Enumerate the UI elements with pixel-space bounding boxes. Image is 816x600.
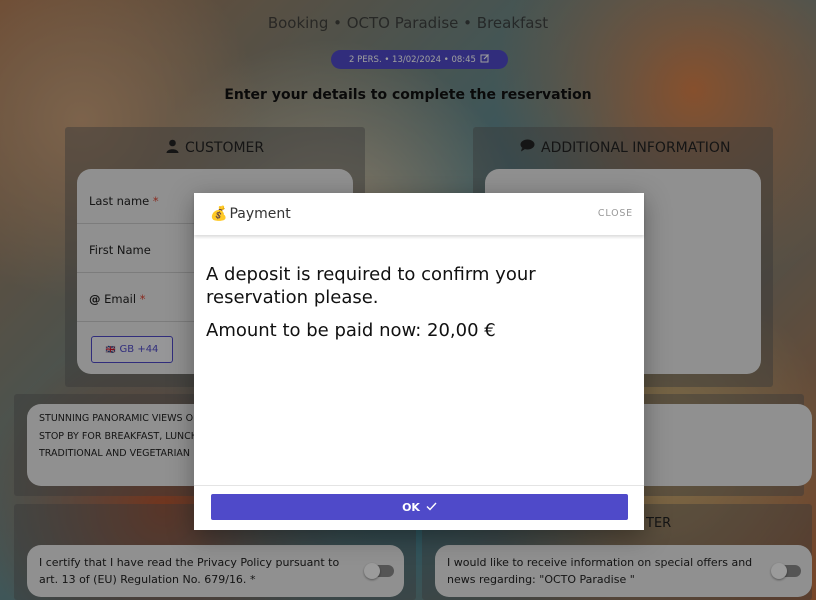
- money-bag-icon: 💰: [210, 206, 228, 222]
- deposit-message: A deposit is required to confirm your re…: [206, 264, 536, 308]
- check-icon: [426, 501, 437, 514]
- ok-button[interactable]: OK: [211, 494, 628, 520]
- ok-label: OK: [402, 500, 420, 514]
- modal-footer-divider: [194, 485, 644, 486]
- amount-text: Amount to be paid now: 20,00 €: [206, 320, 496, 341]
- modal-title: 💰 Payment: [210, 206, 291, 222]
- payment-modal: 💰 Payment CLOSE A deposit is required to…: [194, 193, 644, 530]
- close-button[interactable]: CLOSE: [598, 208, 633, 219]
- modal-title-text: Payment: [229, 206, 291, 222]
